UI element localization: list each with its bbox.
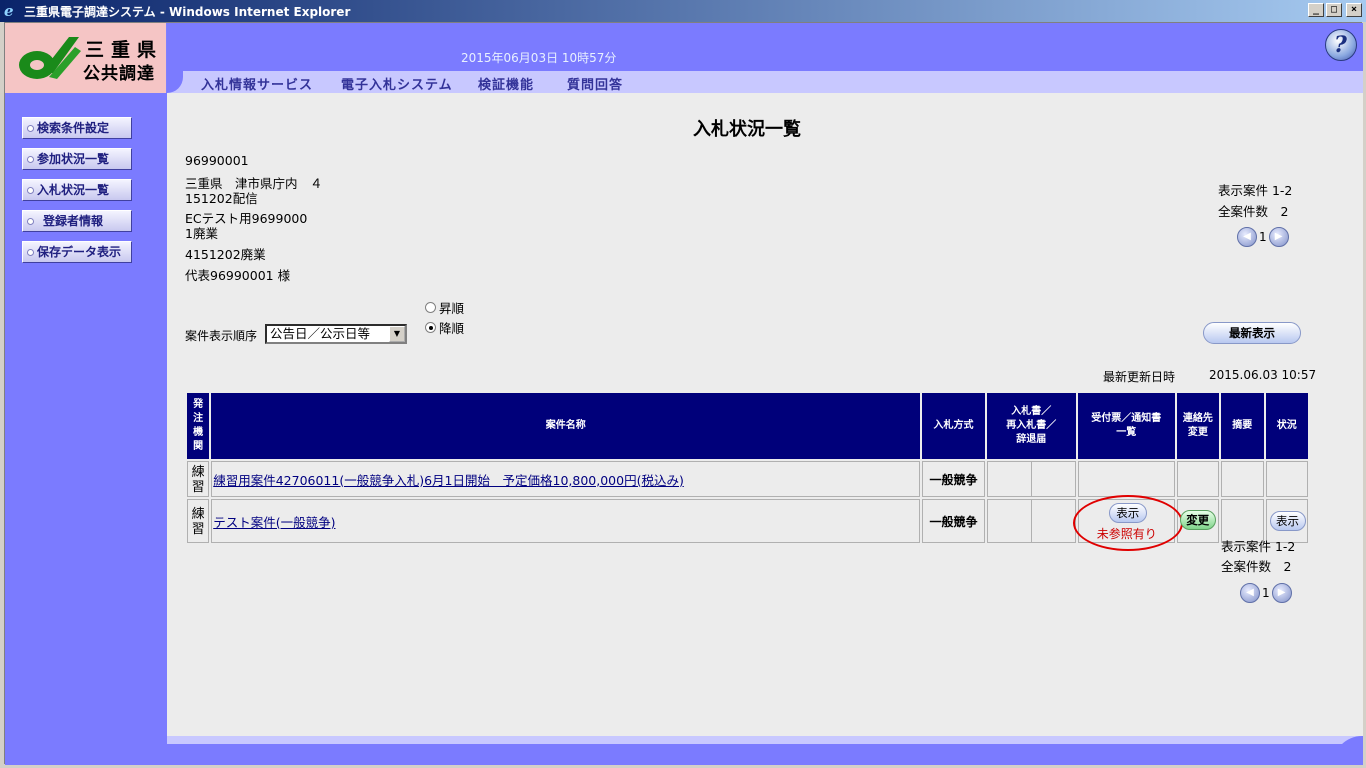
- current-page: 1: [1262, 586, 1270, 600]
- browser-viewport: 三重県 公共調達 2015年06月03日 10時57分 ? 入札情報サービス 電…: [4, 22, 1363, 765]
- window-titlebar: e 三重県電子調達システム - Windows Internet Explore…: [0, 0, 1366, 22]
- user-info-line: 1廃業: [185, 226, 218, 241]
- user-info-line: 4151202廃業: [185, 247, 266, 262]
- sidebar: 検索条件設定 参加状況一覧 入札状況一覧 登録者情報 保存データ表示: [5, 93, 167, 765]
- sidebar-item-bid-status-list[interactable]: 入札状況一覧: [22, 179, 132, 201]
- col-header-summary: 摘要: [1221, 393, 1264, 459]
- user-representative: 代表96990001 様: [185, 268, 291, 283]
- cell-method: 一般競争: [922, 461, 985, 497]
- maximize-button[interactable]: □: [1326, 3, 1342, 17]
- window-title: 三重県電子調達システム - Windows Internet Explorer: [24, 4, 351, 19]
- radio-desc[interactable]: [425, 322, 436, 333]
- cell-name: 練習用案件42706011(一般競争入札)6月1日開始 予定価格10,800,0…: [211, 461, 921, 497]
- cell-name: テスト案件(一般競争): [211, 499, 921, 543]
- header-bar: 2015年06月03日 10時57分 ?: [167, 23, 1363, 71]
- col-header-contact: 連絡先 変更: [1176, 393, 1220, 459]
- col-header-name: 案件名称: [211, 393, 921, 459]
- cell-bid-docs: [986, 499, 1076, 543]
- user-id: 96990001: [185, 153, 249, 168]
- ie-icon: e: [4, 2, 14, 20]
- header-datetime: 2015年06月03日 10時57分: [461, 51, 617, 65]
- prev-page-icon[interactable]: ◀: [1237, 227, 1257, 247]
- sidebar-item-participation-list[interactable]: 参加状況一覧: [22, 148, 132, 170]
- nav-item-qa[interactable]: 質問回答: [567, 74, 623, 93]
- cell-summary: [1221, 461, 1264, 497]
- main-content: 入札状況一覧 96990001 三重県 津市県庁内 ４ 151202配信 ECテ…: [167, 93, 1363, 738]
- refresh-button[interactable]: 最新表示: [1203, 322, 1301, 344]
- logo: 三重県 公共調達: [5, 23, 167, 93]
- next-page-icon[interactable]: ▶: [1271, 583, 1292, 603]
- case-link[interactable]: テスト案件(一般競争): [212, 515, 335, 530]
- pager-bottom: ◀ 1 ▶: [1240, 583, 1292, 603]
- user-info-line: 151202配信: [185, 191, 258, 206]
- logo-text-procurement: 公共調達: [83, 64, 155, 84]
- cell-receipts: [1077, 461, 1175, 497]
- cell-contact: [1176, 461, 1220, 497]
- minimize-button[interactable]: _: [1308, 3, 1324, 17]
- sidebar-item-registrant-info[interactable]: 登録者情報: [22, 210, 132, 232]
- paging-display-count-bottom: 表示案件 1-2: [1221, 539, 1296, 554]
- sidebar-item-saved-data[interactable]: 保存データ表示: [22, 241, 132, 263]
- current-page: 1: [1259, 230, 1267, 244]
- cell-org: 練習: [187, 499, 210, 543]
- sort-selected-value: 公告日／公示日等: [270, 326, 371, 341]
- footer-bar: [167, 736, 1363, 765]
- unreferenced-status: 未参照有り: [1096, 527, 1157, 541]
- receipt-view-button[interactable]: 表示: [1108, 503, 1147, 523]
- paging-display-count: 表示案件 1-2: [1218, 183, 1293, 198]
- nav-item-bid-info[interactable]: 入札情報サービス: [201, 74, 313, 93]
- nav-item-ebid-system[interactable]: 電子入札システム: [341, 74, 453, 93]
- paging-total-count-bottom: 全案件数 2: [1221, 559, 1292, 574]
- help-icon[interactable]: ?: [1325, 29, 1357, 61]
- paging-total-count: 全案件数 2: [1218, 204, 1289, 219]
- cell-contact: 変更: [1176, 499, 1220, 543]
- close-button[interactable]: ×: [1346, 3, 1362, 17]
- col-header-bid-docs: 入札書／ 再入札書／ 辞退届: [986, 393, 1076, 459]
- window-controls: _ □ ×: [1308, 3, 1362, 17]
- sort-select[interactable]: 公告日／公示日等 ▼: [265, 324, 407, 344]
- sort-asc-option[interactable]: 昇順: [425, 298, 464, 317]
- status-view-button[interactable]: 表示: [1269, 511, 1306, 531]
- nav-item-verification[interactable]: 検証機能: [478, 74, 534, 93]
- col-header-org: 発注機関: [187, 393, 210, 459]
- cell-bid-docs: [986, 461, 1076, 497]
- col-header-receipts: 受付票／通知書 一覧: [1077, 393, 1175, 459]
- table-row: 練習 テスト案件(一般競争) 一般競争 表示 未参照有り 変更 表示: [187, 495, 1308, 551]
- cell-receipts: 表示 未参照有り: [1072, 495, 1183, 551]
- mie-logo-icon: [19, 37, 81, 79]
- prev-page-icon[interactable]: ◀: [1240, 583, 1260, 603]
- next-page-icon[interactable]: ▶: [1268, 227, 1289, 247]
- sort-label: 案件表示順序: [185, 329, 258, 343]
- table-row: 練習 練習用案件42706011(一般競争入札)6月1日開始 予定価格10,80…: [187, 461, 1308, 497]
- cell-method: 一般競争: [922, 499, 985, 543]
- last-update-value: 2015.06.03 10:57: [1209, 368, 1317, 382]
- pager-top: ◀ 1 ▶: [1237, 227, 1289, 247]
- bid-status-table: 発注機関 案件名称 入札方式 入札書／ 再入札書／ 辞退届 受付票／通知書 一覧 連絡…: [185, 391, 1310, 551]
- sort-desc-option[interactable]: 降順: [425, 318, 464, 337]
- page-title: 入札状況一覧: [693, 119, 801, 140]
- col-header-status: 状況: [1265, 393, 1308, 459]
- logo-text-prefecture: 三重県: [85, 39, 164, 61]
- col-header-method: 入札方式: [922, 393, 985, 459]
- chevron-down-icon[interactable]: ▼: [389, 326, 405, 342]
- top-nav: 入札情報サービス 電子入札システム 検証機能 質問回答: [167, 71, 1363, 93]
- cell-org: 練習: [187, 461, 210, 497]
- sidebar-item-search-conditions[interactable]: 検索条件設定: [22, 117, 132, 139]
- radio-asc[interactable]: [425, 302, 436, 313]
- contact-change-button[interactable]: 変更: [1179, 510, 1216, 530]
- last-update-label: 最新更新日時: [1103, 370, 1176, 384]
- case-link[interactable]: 練習用案件42706011(一般競争入札)6月1日開始 予定価格10,800,0…: [212, 473, 684, 488]
- cell-status: [1265, 461, 1308, 497]
